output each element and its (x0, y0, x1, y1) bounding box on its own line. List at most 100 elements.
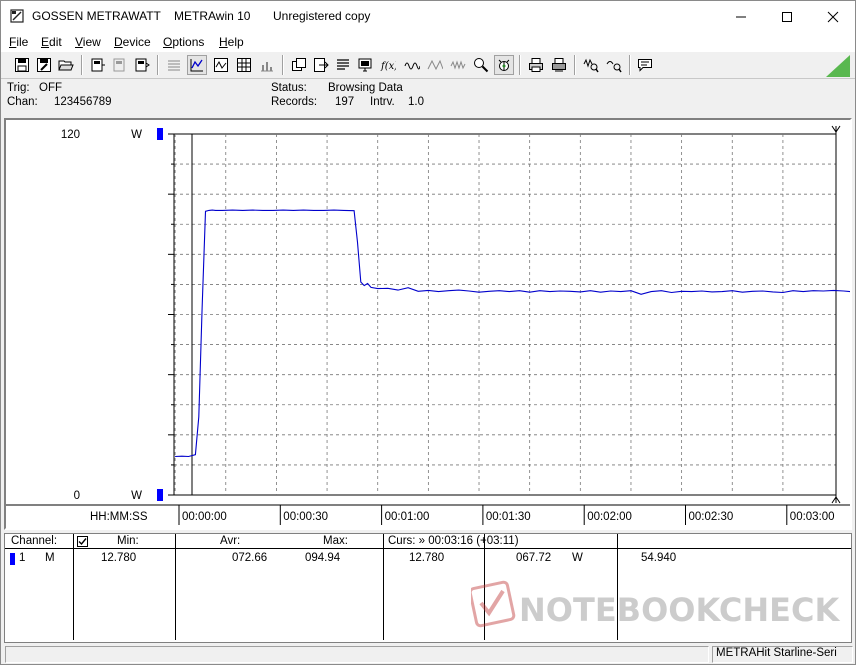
trig-label: Trig: (7, 82, 30, 94)
tool-wave2-button[interactable] (425, 55, 445, 75)
device-status: METRAHit Starline-Seri (712, 646, 853, 663)
view-histogram-button[interactable] (257, 55, 277, 75)
chan-value: 123456789 (54, 96, 112, 108)
tool-monitor-button[interactable] (355, 55, 375, 75)
tool-zoom-button[interactable] (471, 55, 491, 75)
wave-search-icon (583, 58, 599, 73)
status-area: Trig: OFF Chan: 123456789 Status: Browsi… (1, 80, 855, 114)
list-view-icon (168, 60, 180, 71)
tool-report-button[interactable] (333, 55, 353, 75)
menu-help[interactable]: Help (219, 35, 244, 49)
x-tick-label: 00:01:30 (486, 511, 531, 523)
cursor-unit: W (572, 552, 583, 564)
cursor-min-value: 12.780 (409, 552, 445, 564)
toolbar-separator (629, 55, 631, 75)
view-graph-button[interactable] (187, 55, 207, 75)
interval-value: 1.0 (408, 96, 424, 108)
function-icon: f(x) (380, 61, 396, 72)
chart-grid (174, 133, 836, 496)
app-title: METRAwin 10 (174, 9, 251, 23)
close-button[interactable] (810, 1, 856, 32)
x-tick-labels: 00:00:00 00:00:30 00:01:00 00:01:30 00:02:00… (178, 505, 835, 525)
toolbar-separator (81, 55, 83, 75)
menu-bar: File Edit View Device Options Help (1, 32, 855, 52)
x-tick-label: 00:02:00 (587, 511, 632, 523)
view-scope-button[interactable] (211, 55, 231, 75)
menu-edit[interactable]: Edit (41, 35, 62, 49)
close-icon (827, 11, 839, 22)
search-wave2-button[interactable] (604, 55, 624, 75)
max-value: 094.94 (305, 552, 341, 564)
avr-value: 072.66 (232, 552, 268, 564)
app-icon (10, 9, 24, 23)
export-icon (314, 58, 329, 72)
x-tick-label: 00:03:00 (790, 511, 835, 523)
records-value: 197 (335, 96, 355, 108)
cursor-bug-icon (498, 59, 510, 71)
graph-view-icon (190, 59, 203, 72)
cursor-header: Curs: » 00:03:16 (+03:11) (388, 535, 519, 547)
tool-wave3-button[interactable] (448, 55, 468, 75)
max-header: Max: (323, 535, 348, 547)
search-wave-button[interactable] (581, 55, 601, 75)
menu-options[interactable]: Options (163, 35, 204, 49)
tool-cursor-button[interactable] (494, 55, 514, 75)
table-grid-icon (237, 58, 251, 72)
menu-view[interactable]: View (75, 35, 101, 49)
open-button[interactable] (56, 55, 76, 75)
minimize-button[interactable] (718, 1, 764, 32)
y-min-unit: W (131, 490, 142, 502)
records-label: Records: (271, 96, 318, 108)
tool-export-button[interactable] (311, 55, 331, 75)
report-icon (337, 59, 349, 70)
tool-wave-button[interactable] (402, 55, 422, 75)
table-col-divider (383, 534, 384, 640)
maximize-button[interactable] (764, 1, 810, 32)
waveform-scan-icon (450, 60, 466, 70)
channel-mode: M (45, 552, 55, 564)
title-bar[interactable]: GOSSEN METRAWATT METRAwin 10 Unregistere… (1, 1, 855, 32)
power-chart[interactable]: 120 W 0 W HH:MM:SS 00:00:00 00:00:30 00:01… (6, 120, 850, 528)
channel-marker-top (157, 128, 163, 140)
waveform-grey-icon (427, 59, 443, 71)
tool-copy-button[interactable] (289, 55, 309, 75)
table-col-divider (73, 534, 74, 640)
floppy-edit-icon (37, 58, 51, 72)
printer-icon (529, 58, 543, 72)
x-tick-label: 00:01:00 (385, 511, 430, 523)
copy-icon (292, 58, 306, 71)
status-label: Status: (271, 82, 307, 94)
device-read-button[interactable] (110, 55, 130, 75)
x-tick-label: 00:02:30 (689, 511, 734, 523)
table-col-divider (175, 534, 176, 640)
y-ticks (168, 133, 174, 496)
save-button[interactable] (12, 55, 32, 75)
view-list-button[interactable] (164, 55, 184, 75)
plot-area[interactable]: 120 W 0 W HH:MM:SS 00:00:00 00:00:30 00:01… (4, 118, 852, 530)
table-header-divider (5, 548, 851, 549)
vendor-title: GOSSEN METRAWATT (32, 9, 161, 23)
channel-marker-bottom (157, 489, 163, 501)
status-bar: METRAHit Starline-Seri (1, 644, 855, 664)
channel-color-marker (10, 553, 15, 565)
channel-checkbox[interactable] (77, 536, 88, 547)
cursor-extra-value: 54.940 (641, 552, 677, 564)
print-setup-button[interactable] (549, 55, 569, 75)
comment-button[interactable] (635, 55, 655, 75)
cursor-value: 067.72 (516, 552, 552, 564)
save-as-button[interactable] (34, 55, 54, 75)
menu-device[interactable]: Device (114, 35, 151, 49)
status-value: Browsing Data (328, 82, 403, 94)
tool-formula-button[interactable]: f(x) (378, 55, 398, 75)
device-settings-button[interactable] (132, 55, 152, 75)
x-tick-label: 00:00:00 (182, 511, 227, 523)
view-table-button[interactable] (234, 55, 254, 75)
device-icon (91, 58, 105, 72)
print-button[interactable] (526, 55, 546, 75)
channel-header: Channel: (11, 535, 58, 547)
toolbar-separator (574, 55, 576, 75)
x-axis-label: HH:MM:SS (90, 511, 148, 523)
device-connect-button[interactable] (88, 55, 108, 75)
folder-open-icon (58, 60, 74, 71)
menu-file[interactable]: File (9, 35, 28, 49)
